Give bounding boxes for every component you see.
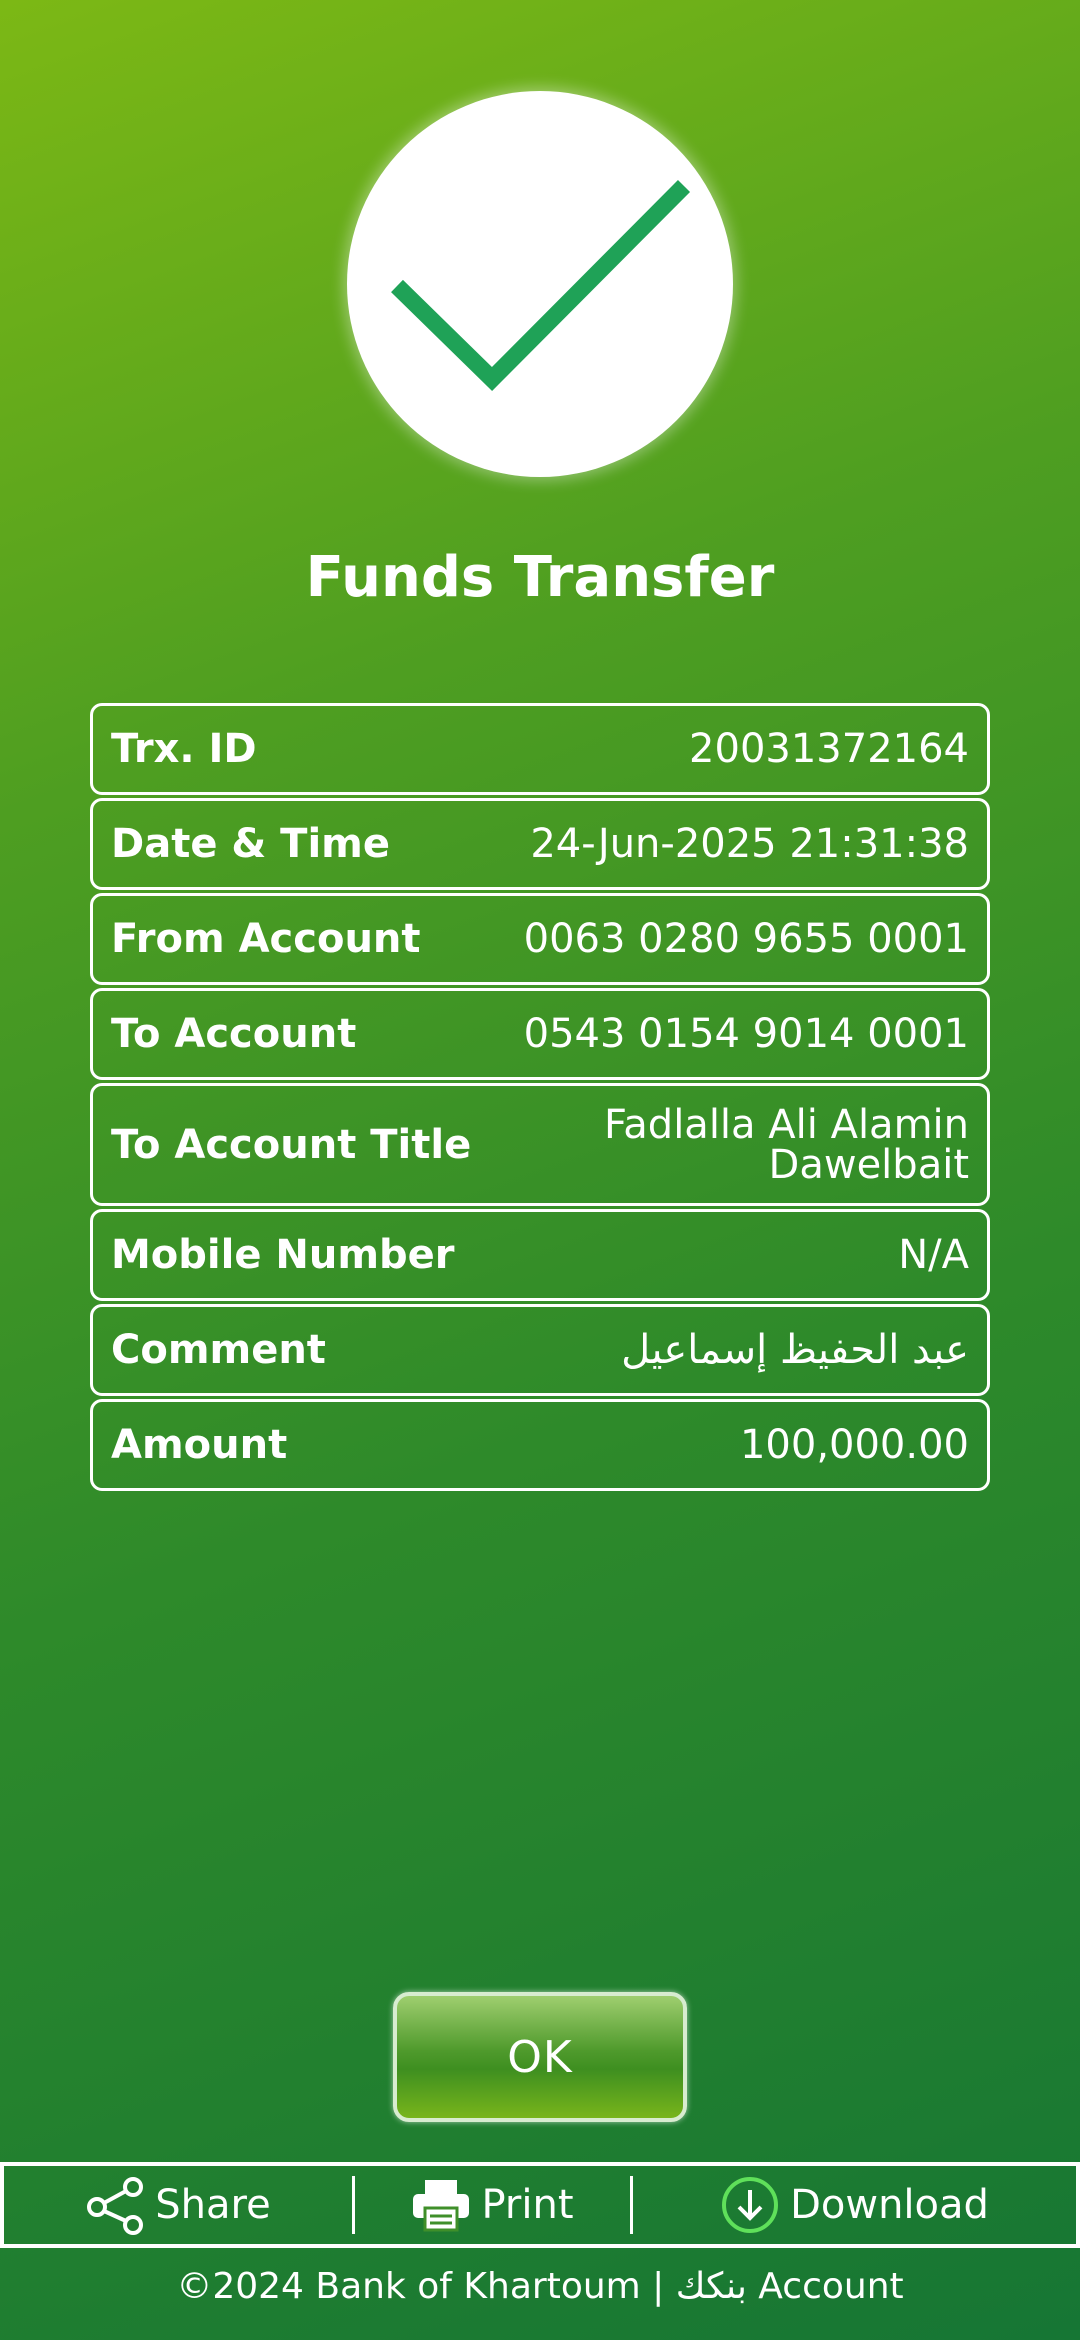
share-icon <box>87 2177 144 2235</box>
detail-label: Amount <box>111 1422 288 1468</box>
detail-value: N/A <box>898 1232 969 1278</box>
share-button[interactable]: Share <box>4 2166 352 2244</box>
detail-value: 100,000.00 <box>739 1422 969 1468</box>
printer-icon <box>413 2180 470 2232</box>
footer-copyright: ©2024 Bank of Khartoum | بنكك Account <box>176 2266 904 2307</box>
print-button[interactable]: Print <box>355 2166 630 2244</box>
detail-row-amount: Amount 100,000.00 <box>90 1399 990 1491</box>
detail-row-to-account: To Account 0543 0154 9014 0001 <box>90 988 990 1080</box>
detail-label: Comment <box>111 1327 326 1373</box>
detail-row-from-account: From Account 0063 0280 9655 0001 <box>90 893 990 985</box>
detail-value: 0063 0280 9655 0001 <box>523 916 969 962</box>
download-icon <box>722 2177 779 2233</box>
download-label: Download <box>790 2182 989 2228</box>
detail-label: From Account <box>111 916 421 962</box>
page-title: Funds Transfer <box>305 545 775 610</box>
detail-row-to-account-title: To Account Title Fadlalla Ali Alamin Daw… <box>90 1083 990 1206</box>
detail-row-comment: Comment عبد الحفيظ إسماعيل <box>90 1304 990 1396</box>
success-circle <box>347 91 733 477</box>
transaction-details: Trx. ID 20031372164 Date & Time 24-Jun-2… <box>90 703 990 1494</box>
detail-row-date-time: Date & Time 24-Jun-2025 21:31:38 <box>90 798 990 890</box>
detail-value: 0543 0154 9014 0001 <box>523 1011 969 1057</box>
share-label: Share <box>155 2182 271 2228</box>
detail-label: Mobile Number <box>111 1232 455 1278</box>
detail-label: To Account <box>111 1011 357 1057</box>
ok-button[interactable]: OK <box>393 1992 687 2122</box>
download-button[interactable]: Download <box>633 2166 1076 2244</box>
detail-value-line: Dawelbait <box>768 1141 969 1188</box>
detail-value: Fadlalla Ali Alamin Dawelbait <box>604 1105 969 1185</box>
detail-row-mobile-number: Mobile Number N/A <box>90 1209 990 1301</box>
detail-row-trx-id: Trx. ID 20031372164 <box>90 703 990 795</box>
detail-label: Date & Time <box>111 821 390 867</box>
detail-value-line: Fadlalla Ali Alamin <box>603 1101 969 1148</box>
detail-label: Trx. ID <box>111 726 257 772</box>
detail-value: 24-Jun-2025 21:31:38 <box>530 821 969 867</box>
detail-label: To Account Title <box>111 1121 472 1168</box>
checkmark-icon <box>391 180 691 391</box>
detail-value: عبد الحفيظ إسماعيل <box>621 1327 969 1373</box>
action-bar: Share Print Download <box>0 2162 1080 2248</box>
detail-value: 20031372164 <box>689 726 969 772</box>
print-label: Print <box>481 2182 574 2228</box>
